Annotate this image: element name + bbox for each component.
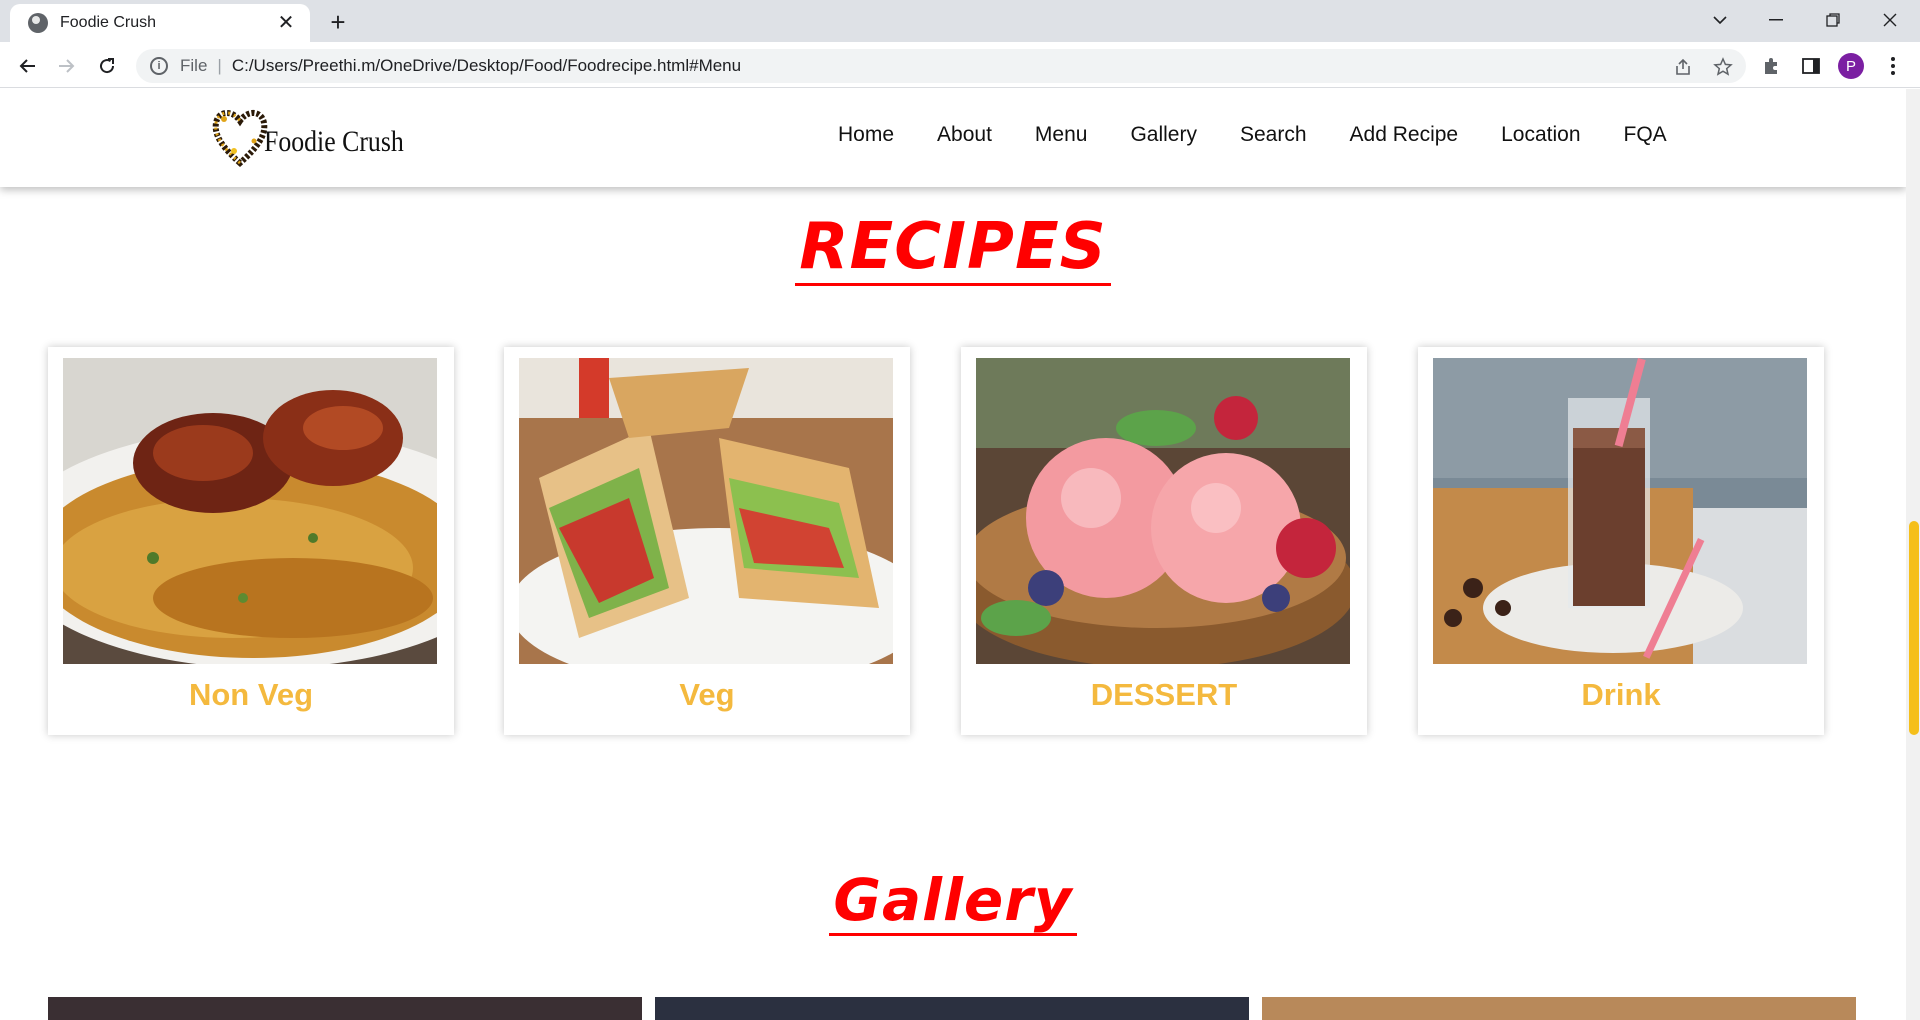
scrollbar-thumb[interactable] (1909, 521, 1919, 735)
non-veg-image (63, 358, 437, 664)
new-tab-button[interactable]: + (324, 8, 352, 36)
browser-tab[interactable]: Foodie Crush ✕ (10, 4, 310, 42)
card-label-non-veg: Non Veg (188, 677, 313, 712)
nav-menu[interactable]: Menu (1035, 123, 1088, 147)
browser-tab-strip: Foodie Crush ✕ + (0, 0, 1920, 42)
gallery-image-3[interactable] (1262, 997, 1856, 1020)
gallery-heading: Gallery (0, 867, 1906, 936)
page-viewport: Foodie Crush Home About Menu Gallery Sea… (0, 89, 1906, 1020)
address-bar[interactable]: i File | C:/Users/Preethi.m/OneDrive/Des… (136, 49, 1746, 83)
nav-home[interactable]: Home (838, 123, 894, 147)
globe-icon (28, 13, 48, 33)
site-logo[interactable]: Foodie Crush (210, 99, 404, 173)
site-header: Foodie Crush Home About Menu Gallery Sea… (0, 89, 1906, 187)
restore-button[interactable] (1805, 0, 1861, 40)
address-url: C:/Users/Preethi.m/OneDrive/Desktop/Food… (231, 56, 742, 75)
share-icon[interactable] (1672, 56, 1694, 78)
logo-text: Foodie Crush (264, 125, 404, 158)
drink-image (1433, 358, 1807, 664)
minimize-button[interactable] (1748, 0, 1804, 40)
recipes-heading: RECIPES (0, 211, 1906, 286)
recipe-card-non-veg[interactable]: Non Veg (48, 347, 454, 735)
back-button[interactable] (11, 50, 43, 82)
browser-menu-icon[interactable] (1880, 53, 1906, 79)
extensions-icon[interactable] (1758, 53, 1784, 79)
tab-search-icon[interactable] (1692, 0, 1748, 40)
recipe-card-veg[interactable]: Veg (504, 347, 910, 735)
close-tab-icon[interactable]: ✕ (274, 11, 298, 35)
close-window-button[interactable] (1862, 0, 1918, 40)
browser-toolbar: i File | C:/Users/Preethi.m/OneDrive/Des… (0, 42, 1920, 88)
address-separator: | (217, 56, 222, 75)
card-label-dessert: DESSERT (1090, 677, 1238, 712)
veg-image (519, 358, 893, 664)
side-panel-icon[interactable] (1798, 53, 1824, 79)
reload-button[interactable] (91, 50, 123, 82)
nav-about[interactable]: About (937, 123, 992, 147)
card-label-drink: Drink (1581, 677, 1661, 712)
page-scrollbar[interactable] (1906, 89, 1920, 1020)
recipe-card-drink[interactable]: Drink (1418, 347, 1824, 735)
heart-logo-icon (212, 110, 268, 168)
nav-search[interactable]: Search (1240, 123, 1307, 147)
forward-button[interactable] (51, 50, 83, 82)
main-nav: Home About Menu Gallery Search Add Recip… (838, 123, 1710, 147)
profile-avatar[interactable]: P (1838, 53, 1864, 79)
nav-fqa[interactable]: FQA (1624, 123, 1667, 147)
gallery-image-2[interactable] (655, 997, 1249, 1020)
tab-title: Foodie Crush (60, 14, 157, 31)
nav-add-recipe[interactable]: Add Recipe (1350, 123, 1459, 147)
bookmark-star-icon[interactable] (1712, 56, 1734, 78)
nav-location[interactable]: Location (1501, 123, 1580, 147)
site-info-icon[interactable]: i (150, 57, 168, 75)
gallery-image-1[interactable] (48, 997, 642, 1020)
card-label-veg: Veg (679, 677, 735, 712)
address-scheme: File (180, 56, 208, 75)
nav-gallery[interactable]: Gallery (1130, 123, 1197, 147)
recipe-card-dessert[interactable]: DESSERT (961, 347, 1367, 735)
dessert-image (976, 358, 1350, 664)
